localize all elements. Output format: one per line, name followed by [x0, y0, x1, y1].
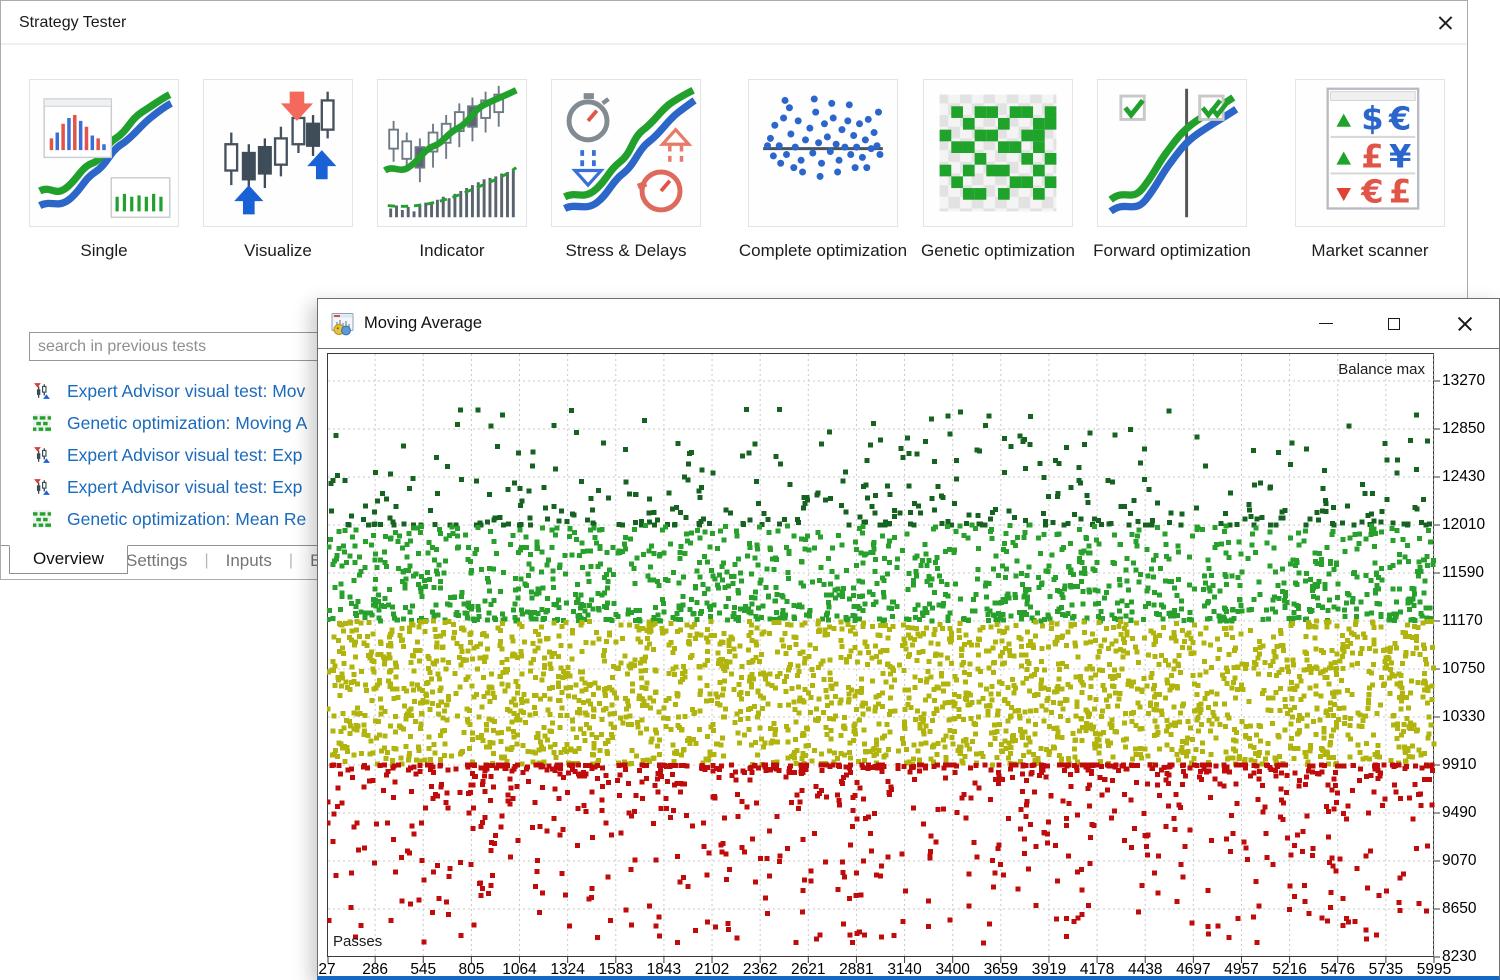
chart-window-title: Moving Average [364, 299, 482, 348]
maximize-icon[interactable] [1371, 299, 1417, 348]
x-tick-label: 5995 [1402, 961, 1466, 978]
visualize-icon [203, 79, 353, 227]
chart-window-titlebar[interactable]: Moving Average [318, 299, 1499, 349]
market-scanner-icon: $ € £ ¥ € £ [1295, 79, 1445, 227]
tile-single[interactable]: Single [29, 79, 179, 289]
svg-text:¥: ¥ [1389, 138, 1411, 176]
svg-text:$: $ [1361, 100, 1383, 138]
genetic-optimization-icon [923, 79, 1073, 227]
stress-delays-icon [551, 79, 701, 227]
tab-overview[interactable]: Overview [9, 545, 128, 574]
svg-text:£: £ [1361, 138, 1383, 176]
moving-average-window: Moving Average Balance max Passes 13270 1… [317, 298, 1500, 980]
y-tick-label: 10750 [1442, 660, 1500, 678]
close-icon[interactable] [1430, 9, 1460, 39]
tile-market-scanner[interactable]: $ € £ ¥ € £ Market scanner [1295, 79, 1445, 289]
previous-test-label: Genetic optimization: Moving A [67, 410, 307, 436]
visual-test-icon [33, 446, 51, 464]
y-tick-label: 9910 [1442, 756, 1500, 774]
tile-label: Stress & Delays [539, 239, 713, 263]
tile-indicator[interactable]: Indicator [377, 79, 527, 289]
y-tick-label: 8650 [1442, 900, 1500, 918]
previous-test-label: Expert Advisor visual test: Exp [67, 442, 302, 468]
complete-optimization-icon [748, 79, 898, 227]
y-tick-label: 11170 [1442, 612, 1500, 630]
tile-label: Forward optimization [1085, 239, 1259, 263]
tile-label: Indicator [365, 239, 539, 263]
y-tick-label: 13270 [1442, 372, 1500, 390]
visual-test-icon [33, 382, 51, 400]
svg-text:€: € [1360, 173, 1383, 211]
strategy-tester-titlebar[interactable]: Strategy Tester [1, 1, 1467, 45]
expert-advisor-icon [331, 312, 355, 336]
y-tick-label: 9070 [1442, 852, 1500, 870]
genetic-list-icon [33, 414, 51, 432]
tile-label: Single [17, 239, 191, 263]
tile-label: Market scanner [1283, 239, 1457, 263]
indicator-icon [377, 79, 527, 227]
y-tick-label: 12430 [1442, 468, 1500, 486]
visual-test-icon [33, 478, 51, 496]
y-tick-label: 9490 [1442, 804, 1500, 822]
y-tick-label: 10330 [1442, 708, 1500, 726]
svg-text:€: € [1388, 100, 1411, 138]
minimize-icon[interactable] [1303, 299, 1349, 348]
y-tick-label: 11590 [1442, 564, 1500, 582]
forward-optimization-icon [1097, 79, 1247, 227]
close-icon[interactable] [1442, 299, 1488, 348]
strategy-tester-title: Strategy Tester [19, 1, 126, 45]
chart-xlabel-passes: Passes [333, 933, 382, 950]
previous-test-label: Expert Advisor visual test: Mov [67, 378, 305, 404]
genetic-list-icon [33, 510, 51, 528]
tile-label: Complete optimization [736, 239, 910, 263]
tile-visualize[interactable]: Visualize [203, 79, 353, 289]
chart-title-balance-max: Balance max [1338, 361, 1425, 378]
inactive-tabs: Settings|Inputs|Ba [109, 546, 348, 576]
previous-test-label: Expert Advisor visual test: Exp [67, 474, 302, 500]
optimization-scatter-plot[interactable] [327, 353, 1443, 966]
tile-label: Visualize [191, 239, 365, 263]
tile-label: Genetic optimization [911, 239, 1085, 263]
tile-genetic-optimization[interactable]: Genetic optimization [923, 79, 1073, 289]
tab-inputs[interactable]: Inputs [209, 551, 289, 571]
svg-text:£: £ [1389, 173, 1411, 211]
tile-forward-optimization[interactable]: Forward optimization [1097, 79, 1247, 289]
tile-stress-delays[interactable]: Stress & Delays [551, 79, 701, 289]
y-tick-label: 12010 [1442, 516, 1500, 534]
tile-complete-optimization[interactable]: Complete optimization [748, 79, 898, 289]
previous-test-label: Genetic optimization: Mean Re [67, 506, 306, 532]
single-test-icon [29, 79, 179, 227]
y-tick-label: 12850 [1442, 420, 1500, 438]
